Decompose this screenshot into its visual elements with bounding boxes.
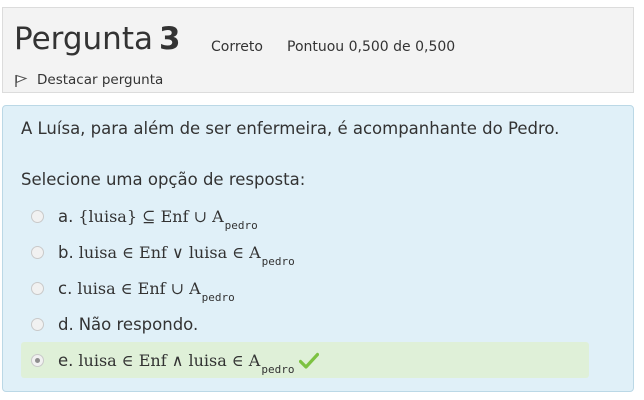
flag-question-link[interactable]: Destacar pergunta: [14, 72, 163, 88]
flag-question-label: Destacar pergunta: [37, 72, 164, 88]
question-title-word: Pergunta: [14, 21, 153, 57]
check-icon: [299, 352, 320, 369]
question-title: Pergunta 3: [14, 21, 181, 57]
question-info-panel: Pergunta 3 Correto Pontuou 0,500 de 0,500…: [2, 7, 634, 93]
question-content: A Luísa, para além de ser enfermeira, é …: [2, 105, 634, 392]
radio-button[interactable]: [31, 209, 44, 223]
answer-option-e[interactable]: e. luisa ∈ Enf ∧ luisa ∈ Apedro: [21, 342, 589, 378]
radio-button[interactable]: [31, 281, 44, 295]
option-letter: d.: [58, 314, 74, 334]
radio-button-selected[interactable]: [31, 353, 44, 367]
option-formula: luisa ∈ Enf ∧ luisa ∈ Apedro: [78, 350, 295, 376]
option-letter: b.: [58, 242, 74, 262]
option-letter: e.: [58, 350, 74, 370]
option-formula: luisa ∈ Enf ∪ Apedro: [77, 278, 235, 304]
option-formula: {luisa} ⊆ Enf ∪ Apedro: [78, 206, 258, 232]
radio-button[interactable]: [31, 245, 44, 259]
answer-option-b[interactable]: b. luisa ∈ Enf ∨ luisa ∈ Apedro: [21, 234, 589, 270]
answer-option-c[interactable]: c. luisa ∈ Enf ∪ Apedro: [21, 270, 589, 306]
radio-button[interactable]: [31, 317, 44, 331]
answer-option-a[interactable]: a. {luisa} ⊆ Enf ∪ Apedro: [21, 198, 589, 234]
answer-prompt: Selecione uma opção de resposta:: [21, 170, 306, 189]
question-state: Correto: [211, 39, 263, 55]
question-number: 3: [159, 21, 181, 57]
question-text: A Luísa, para além de ser enfermeira, é …: [21, 119, 560, 138]
option-letter: a.: [58, 206, 74, 226]
question-grade: Pontuou 0,500 de 0,500: [287, 39, 456, 55]
answer-option-d[interactable]: d. Não respondo.: [21, 306, 589, 342]
option-formula: luisa ∈ Enf ∨ luisa ∈ Apedro: [78, 242, 295, 268]
flag-icon: [15, 74, 28, 87]
option-text: Não respondo.: [78, 314, 199, 334]
option-letter: c.: [58, 278, 73, 298]
